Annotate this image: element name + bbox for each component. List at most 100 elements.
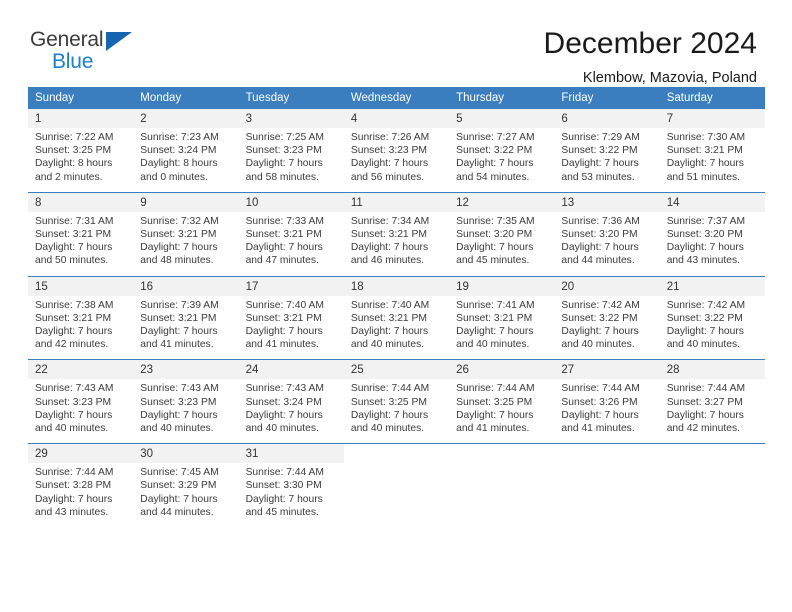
day-details: Sunrise: 7:44 AM Sunset: 3:25 PM Daylight:… — [449, 379, 555, 444]
day-number[interactable]: 30 — [133, 444, 239, 464]
detail-daylight1: Daylight: 7 hours — [245, 493, 323, 505]
day-number[interactable]: 5 — [449, 109, 555, 128]
detail-sunrise: Sunrise: 7:44 AM — [456, 383, 535, 395]
weekday-header-friday: Friday — [554, 87, 660, 109]
detail-sunset: Sunset: 3:30 PM — [245, 480, 322, 492]
detail-daylight1: Daylight: 7 hours — [35, 326, 113, 338]
detail-daylight2: and 40 minutes. — [140, 423, 214, 435]
detail-sunrise: Sunrise: 7:29 AM — [561, 132, 640, 143]
detail-daylight1: Daylight: 7 hours — [140, 493, 218, 505]
detail-daylight1: Daylight: 7 hours — [35, 409, 113, 421]
detail-daylight2: and 41 minutes. — [456, 423, 530, 435]
day-number[interactable]: 24 — [238, 360, 344, 380]
detail-daylight2: and 41 minutes. — [140, 339, 214, 351]
detail-daylight2: and 46 minutes. — [350, 255, 425, 267]
detail-daylight2: and 2 minutes. — [35, 171, 103, 183]
day-details: Sunrise: 7:40 AM Sunset: 3:21 PM Daylight:… — [238, 295, 344, 360]
day-details: Sunrise: 7:43 AM Sunset: 3:24 PM Daylight:… — [238, 379, 344, 444]
day-details: Sunrise: 7:35 AM Sunset: 3:20 PM Daylight:… — [449, 211, 555, 277]
detail-sunrise: Sunrise: 7:23 AM — [140, 132, 219, 143]
detail-daylight1: Daylight: 7 hours — [350, 409, 429, 421]
detail-daylight2: and 40 minutes. — [350, 339, 425, 351]
day-number[interactable]: 26 — [449, 360, 555, 380]
day-number[interactable]: 22 — [28, 360, 134, 380]
detail-daylight1: Daylight: 7 hours — [561, 326, 639, 338]
day-details: Sunrise: 7:45 AM Sunset: 3:29 PM Daylight:… — [133, 463, 239, 528]
detail-daylight2: and 40 minutes. — [666, 339, 740, 351]
detail-daylight1: Daylight: 7 hours — [456, 326, 534, 338]
day-details: Sunrise: 7:22 AM Sunset: 3:25 PM Daylight:… — [28, 128, 134, 193]
detail-daylight1: Daylight: 7 hours — [350, 326, 429, 338]
detail-daylight2: and 40 minutes. — [561, 339, 635, 351]
day-number[interactable]: 3 — [238, 109, 344, 128]
detail-sunrise: Sunrise: 7:40 AM — [350, 299, 430, 311]
day-number[interactable]: 25 — [343, 360, 450, 380]
weekday-header-wednesday: Wednesday — [343, 87, 450, 109]
day-details: Sunrise: 7:30 AM Sunset: 3:21 PM Daylight:… — [659, 128, 765, 193]
detail-daylight1: Daylight: 7 hours — [245, 158, 323, 170]
day-number[interactable]: 27 — [554, 360, 660, 380]
detail-sunrise: Sunrise: 7:26 AM — [350, 132, 430, 143]
detail-daylight1: Daylight: 7 hours — [561, 242, 639, 254]
day-number[interactable]: 21 — [659, 276, 765, 296]
detail-daylight2: and 42 minutes. — [666, 423, 740, 435]
detail-sunrise: Sunrise: 7:43 AM — [140, 383, 219, 395]
day-cell-empty — [659, 463, 765, 528]
day-number[interactable]: 15 — [28, 276, 134, 296]
detail-sunrise: Sunrise: 7:34 AM — [350, 215, 430, 227]
day-cell-empty — [449, 463, 555, 528]
day-number[interactable]: 4 — [343, 109, 450, 128]
day-number[interactable]: 2 — [133, 109, 239, 128]
detail-daylight2: and 53 minutes. — [561, 171, 635, 183]
detail-sunset: Sunset: 3:20 PM — [666, 229, 743, 241]
day-number[interactable]: 19 — [449, 276, 555, 296]
day-number[interactable]: 16 — [133, 276, 239, 296]
day-number[interactable]: 18 — [343, 276, 450, 296]
detail-sunset: Sunset: 3:27 PM — [666, 396, 743, 408]
brand-logo[interactable]: General Blue — [30, 26, 150, 72]
day-number[interactable]: 23 — [133, 360, 239, 380]
day-number[interactable]: 12 — [449, 192, 555, 212]
detail-sunset: Sunset: 3:21 PM — [245, 312, 322, 324]
detail-sunset: Sunset: 3:24 PM — [245, 396, 322, 408]
day-number[interactable]: 13 — [554, 192, 660, 212]
day-number[interactable]: 14 — [659, 192, 765, 212]
day-number[interactable]: 6 — [554, 109, 660, 128]
day-number[interactable]: 8 — [28, 192, 134, 212]
detail-sunset: Sunset: 3:22 PM — [561, 145, 638, 157]
detail-sunrise: Sunrise: 7:38 AM — [35, 299, 114, 311]
title-block: December 2024 Klembow, Mazovia, Poland — [544, 26, 757, 87]
detail-daylight2: and 54 minutes. — [456, 171, 530, 183]
day-number[interactable]: 7 — [659, 109, 765, 128]
detail-sunrise: Sunrise: 7:33 AM — [245, 215, 324, 227]
day-info-row: Sunrise: 7:43 AM Sunset: 3:23 PM Daylight:… — [28, 379, 765, 444]
detail-sunrise: Sunrise: 7:30 AM — [666, 132, 746, 143]
day-number[interactable]: 31 — [238, 444, 344, 464]
detail-daylight1: Daylight: 7 hours — [245, 242, 323, 254]
day-number[interactable]: 1 — [28, 109, 134, 128]
detail-sunset: Sunset: 3:28 PM — [35, 480, 112, 492]
detail-daylight2: and 43 minutes. — [666, 255, 740, 267]
detail-sunrise: Sunrise: 7:32 AM — [140, 215, 219, 227]
day-number[interactable]: 17 — [238, 276, 344, 296]
detail-sunset: Sunset: 3:21 PM — [35, 229, 112, 241]
detail-daylight1: Daylight: 7 hours — [245, 326, 323, 338]
day-details: Sunrise: 7:43 AM Sunset: 3:23 PM Daylight:… — [28, 379, 134, 444]
day-number[interactable]: 10 — [238, 192, 344, 212]
day-number[interactable]: 28 — [659, 360, 765, 380]
day-number[interactable]: 29 — [28, 444, 134, 464]
day-details: Sunrise: 7:23 AM Sunset: 3:24 PM Daylight:… — [133, 128, 239, 193]
calendar-body: 1 2 3 4 5 6 7 Sunrise: 7:22 AM Sunset: 3:25 PM Da… — [28, 109, 765, 528]
day-details: Sunrise: 7:33 AM Sunset: 3:21 PM Daylight:… — [238, 211, 344, 277]
detail-daylight2: and 40 minutes. — [35, 423, 109, 435]
weekday-header-thursday: Thursday — [449, 87, 555, 109]
detail-sunset: Sunset: 3:23 PM — [245, 145, 322, 157]
day-number[interactable]: 20 — [554, 276, 660, 296]
detail-daylight1: Daylight: 7 hours — [666, 409, 744, 421]
weekday-header-saturday: Saturday — [659, 87, 765, 109]
day-number-row: 8 9 10 11 12 13 14 — [28, 192, 765, 212]
detail-sunrise: Sunrise: 7:37 AM — [666, 215, 746, 227]
day-number[interactable]: 9 — [133, 192, 239, 212]
detail-daylight2: and 41 minutes. — [561, 423, 635, 435]
day-number[interactable]: 11 — [343, 192, 450, 212]
